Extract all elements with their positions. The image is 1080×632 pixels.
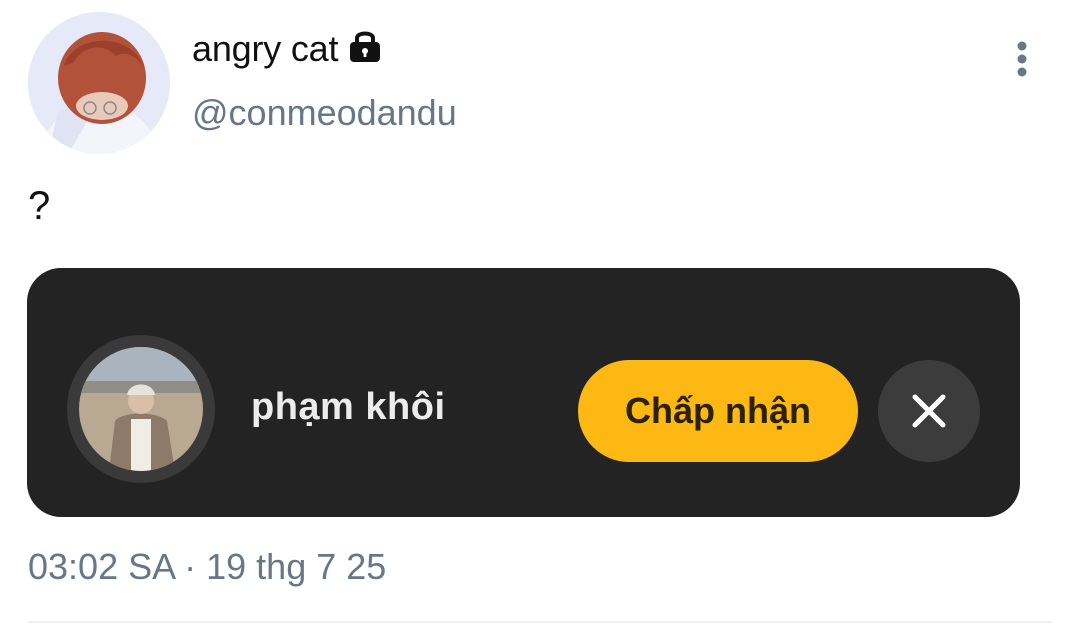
author-display-name[interactable]: angry cat (192, 28, 338, 70)
author-name-row[interactable]: angry cat (192, 28, 382, 70)
more-options-button[interactable] (1006, 40, 1038, 80)
author-handle[interactable]: @conmeodandu (192, 92, 457, 134)
requester-avatar[interactable] (67, 335, 215, 483)
accept-button[interactable]: Chấp nhận (578, 360, 858, 462)
lock-icon (348, 28, 382, 64)
tweet-text: ? (28, 184, 51, 228)
close-icon (912, 394, 946, 428)
friend-request-card: phạm khôi Chấp nhận (27, 268, 1020, 517)
author-avatar[interactable] (28, 12, 170, 154)
requester-name: phạm khôi (251, 386, 446, 428)
divider (28, 621, 1052, 623)
dismiss-button[interactable] (878, 360, 980, 462)
tweet-timestamp[interactable]: 03:02 SA · 19 thg 7 25 (28, 546, 386, 588)
vertical-ellipsis-icon (1017, 41, 1027, 77)
